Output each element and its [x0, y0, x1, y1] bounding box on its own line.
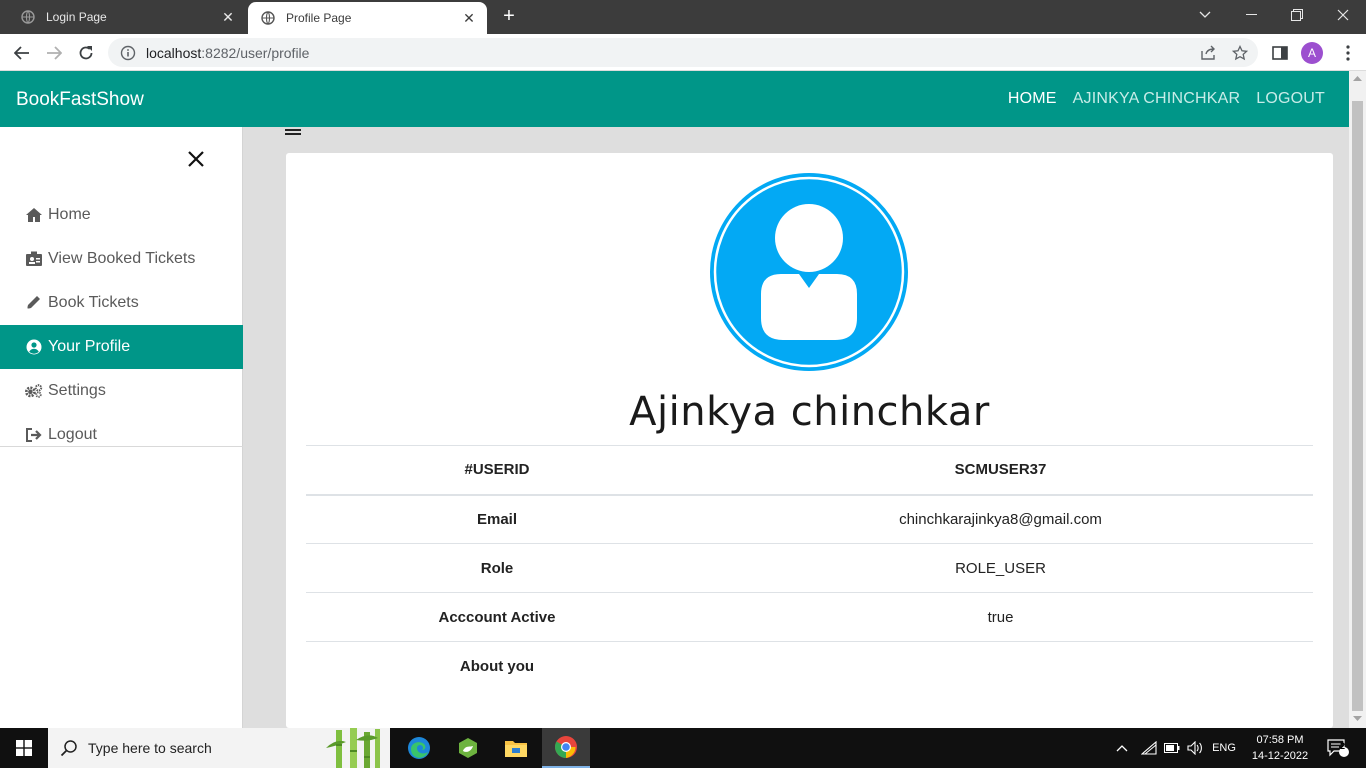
- user-circle-icon: [25, 339, 43, 355]
- new-tab-button[interactable]: +: [498, 6, 520, 28]
- email-value: chinchkarajinkya8@gmail.com: [688, 494, 1313, 544]
- forward-arrow-icon[interactable]: [42, 41, 66, 65]
- sidebar-item-label: Logout: [48, 426, 97, 443]
- pencil-icon: [25, 295, 43, 311]
- sign-out-icon: [25, 427, 43, 443]
- account-active-label: Acccount Active: [306, 592, 688, 642]
- url-path: :8282/user/profile: [201, 44, 310, 61]
- clock-time: 07:58 PM: [1256, 734, 1304, 746]
- sidebar-item-logout[interactable]: Logout: [0, 413, 243, 457]
- page-scrollbar[interactable]: [1349, 71, 1366, 728]
- tab-title: Profile Page: [286, 11, 352, 25]
- browser-tab-strip: Login Page ✕ Profile Page ✕ +: [0, 0, 1366, 34]
- profile-avatar[interactable]: A: [1301, 42, 1323, 64]
- gears-icon: [25, 383, 43, 399]
- sidebar-item-view-booked-tickets[interactable]: View Booked Tickets: [0, 237, 243, 281]
- userid-value: SCMUSER37: [688, 445, 1313, 496]
- language-indicator[interactable]: ENG: [1208, 728, 1240, 768]
- search-placeholder: Type here to search: [88, 740, 212, 756]
- sidebar-item-settings[interactable]: Settings: [0, 369, 243, 413]
- scrollbar-thumb[interactable]: [1352, 101, 1363, 711]
- profile-name: Ajinkya chinchkar: [629, 389, 990, 435]
- bookmark-star-icon[interactable]: [1228, 38, 1252, 67]
- globe-icon: [20, 9, 36, 25]
- side-panel-icon[interactable]: [1268, 41, 1292, 65]
- share-icon[interactable]: [1196, 38, 1220, 67]
- web-page: BookFastShow HOME AJINKYA CHINCHKAR LOGO…: [0, 71, 1349, 728]
- close-window-icon[interactable]: [1320, 0, 1366, 30]
- tab-title: Login Page: [46, 10, 107, 24]
- battery-icon[interactable]: [1161, 728, 1183, 768]
- brand-logo[interactable]: BookFastShow: [16, 89, 144, 111]
- address-bar[interactable]: localhost:8282/user/profile: [108, 38, 1258, 67]
- notification-icon[interactable]: 2: [1320, 728, 1356, 768]
- home-icon: [25, 207, 43, 223]
- table-row: Email chinchkarajinkya8@gmail.com: [306, 494, 1313, 544]
- back-arrow-icon[interactable]: [10, 41, 34, 65]
- chrome-icon[interactable]: [542, 728, 590, 768]
- globe-icon: [260, 10, 276, 26]
- clock-date: 14-12-2022: [1251, 750, 1309, 762]
- table-row: Acccount Active true: [306, 592, 1313, 642]
- email-label: Email: [306, 494, 688, 544]
- sidebar-divider: [0, 446, 243, 447]
- file-explorer-icon[interactable]: [492, 728, 540, 768]
- sidebar-item-your-profile[interactable]: Your Profile: [0, 325, 243, 369]
- hamburger-menu-icon[interactable]: [285, 129, 301, 135]
- tray-chevron-up-icon[interactable]: [1112, 728, 1132, 768]
- scroll-down-icon[interactable]: [1353, 716, 1362, 722]
- windows-start-icon[interactable]: [0, 728, 48, 768]
- nav-link-home[interactable]: HOME: [1008, 90, 1057, 108]
- restore-icon[interactable]: [1274, 0, 1320, 30]
- table-header-row: #USERID SCMUSER37: [306, 445, 1313, 496]
- sidebar-item-label: Book Tickets: [48, 294, 139, 311]
- about-you-value: [688, 641, 1313, 691]
- reload-icon[interactable]: [74, 41, 98, 65]
- role-value: ROLE_USER: [688, 543, 1313, 593]
- tab-search-chevron-icon[interactable]: [1182, 0, 1228, 30]
- scroll-up-icon[interactable]: [1353, 75, 1362, 81]
- close-tab-icon[interactable]: ✕: [459, 8, 479, 28]
- sidebar-item-label: Your Profile: [48, 338, 131, 355]
- userid-label: #USERID: [306, 445, 688, 496]
- nav-link-logout[interactable]: LOGOUT: [1256, 90, 1325, 108]
- network-icon[interactable]: [1138, 728, 1160, 768]
- ticket-icon: [25, 251, 43, 267]
- nav-links: HOME AJINKYA CHINCHKAR LOGOUT: [992, 90, 1325, 108]
- sidebar: Home View Booked Tickets Book Tickets Your …: [0, 127, 243, 728]
- table-row: Role ROLE_USER: [306, 543, 1313, 593]
- minimize-icon[interactable]: [1228, 0, 1274, 30]
- sidebar-item-home[interactable]: Home: [0, 193, 243, 237]
- url-host: localhost: [146, 44, 202, 61]
- nav-link-user[interactable]: AJINKYA CHINCHKAR: [1073, 90, 1241, 108]
- account-active-value: true: [688, 592, 1313, 642]
- close-sidebar-icon[interactable]: [184, 147, 208, 171]
- close-tab-icon[interactable]: ✕: [218, 7, 238, 27]
- windows-taskbar: Type here to search ENG 07:58 PM 14-12-2…: [0, 728, 1366, 768]
- top-navbar: BookFastShow HOME AJINKYA CHINCHKAR LOGO…: [0, 71, 1349, 127]
- profile-picture: [709, 172, 909, 372]
- search-icon: [60, 739, 78, 757]
- role-label: Role: [306, 543, 688, 593]
- info-icon[interactable]: [120, 45, 136, 61]
- profile-table: #USERID SCMUSER37 Email chinchkarajinkya…: [306, 445, 1313, 691]
- tab-login-page[interactable]: Login Page ✕: [8, 0, 246, 34]
- notification-count: 2: [1340, 741, 1346, 751]
- about-you-label: About you: [306, 641, 688, 691]
- table-row: About you: [306, 641, 1313, 691]
- sidebar-item-label: Settings: [48, 382, 106, 399]
- kebab-menu-icon[interactable]: [1336, 41, 1360, 65]
- tab-profile-page[interactable]: Profile Page ✕: [248, 2, 487, 34]
- edge-browser-icon[interactable]: [395, 728, 443, 768]
- browser-toolbar: localhost:8282/user/profile A: [0, 34, 1366, 71]
- volume-icon[interactable]: [1184, 728, 1206, 768]
- sidebar-item-label: View Booked Tickets: [48, 250, 196, 267]
- bamboo-highlight-icon: [326, 728, 386, 768]
- spring-tool-icon[interactable]: [444, 728, 492, 768]
- sidebar-item-book-tickets[interactable]: Book Tickets: [0, 281, 243, 325]
- sidebar-item-label: Home: [48, 206, 91, 223]
- profile-card: Ajinkya chinchkar #USERID SCMUSER37 Emai…: [286, 153, 1333, 728]
- clock[interactable]: 07:58 PM 14-12-2022: [1240, 732, 1320, 764]
